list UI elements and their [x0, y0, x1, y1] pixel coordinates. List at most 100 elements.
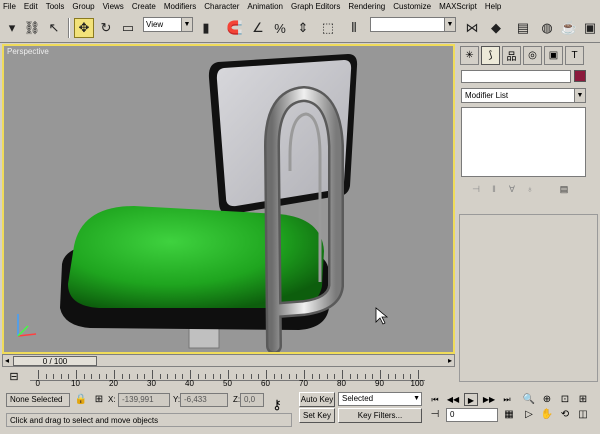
key-mode-select[interactable]: Selected ▼ — [338, 392, 422, 406]
zoom-extents-icon[interactable]: ⊡ — [558, 393, 572, 407]
maximize-toggle-icon[interactable]: ◫ — [576, 408, 590, 422]
curve-editor-icon[interactable]: ▤ — [513, 18, 533, 38]
menu-file[interactable]: File — [3, 2, 16, 11]
spinner-snap-icon[interactable]: ⇕ — [293, 18, 313, 38]
menu-help[interactable]: Help — [485, 2, 501, 11]
chevron-down-icon: ▼ — [181, 18, 192, 31]
field-of-view-icon[interactable]: ▷ — [522, 408, 536, 422]
key-filters-button[interactable]: Key Filters... — [338, 408, 422, 423]
reference-coordinate-select[interactable]: View ▼ — [143, 17, 193, 32]
menu-animation[interactable]: Animation — [247, 2, 283, 11]
ruler-tick-label: 80 — [337, 379, 346, 388]
hierarchy-tab-icon[interactable]: 品 — [502, 46, 521, 65]
select-link-icon[interactable]: ⛓ — [22, 18, 42, 38]
motion-tab-icon[interactable]: ◎ — [523, 46, 542, 65]
material-editor-icon[interactable]: ◍ — [537, 18, 557, 38]
pin-stack-icon[interactable]: ⊣ — [467, 184, 485, 198]
ruler-minor-tick — [190, 370, 191, 379]
snap-toggle-icon[interactable]: 🧲 — [225, 18, 245, 38]
time-config-icon[interactable]: ▦ — [502, 408, 516, 422]
ruler-minor-tick — [326, 374, 328, 379]
separator — [68, 18, 70, 38]
modifier-list-select[interactable]: Modifier List ▼ — [461, 88, 586, 103]
configure-sets-icon[interactable]: ▤ — [555, 184, 573, 198]
render-scene-icon[interactable]: ☕ — [559, 18, 579, 38]
key-mode-value: Selected — [342, 394, 374, 403]
ruler-minor-tick — [311, 374, 313, 379]
modify-tab-icon[interactable]: ⟆ — [481, 46, 500, 65]
x-coordinate-field[interactable]: -139,991 — [118, 393, 170, 407]
menu-group[interactable]: Group — [72, 2, 94, 11]
select-object-icon[interactable]: ↖ — [44, 18, 64, 38]
lock-icon[interactable]: 🔒 — [74, 393, 88, 407]
zoom-all-icon[interactable]: ⊕ — [540, 393, 554, 407]
menu-views[interactable]: Views — [103, 2, 124, 11]
ruler-minor-tick — [395, 374, 397, 379]
ruler-minor-tick — [197, 374, 199, 379]
show-end-result-icon[interactable]: ‖ — [485, 184, 503, 198]
z-coordinate-field[interactable]: 0,0 — [240, 393, 264, 407]
menu-modifiers[interactable]: Modifiers — [164, 2, 196, 11]
undo-dropdown[interactable]: ▾ — [2, 18, 22, 38]
time-slider-prev-icon[interactable]: ◂ — [5, 356, 9, 365]
mirror-icon[interactable]: ⫴ — [344, 18, 364, 38]
select-scale-icon[interactable]: ▭ — [118, 18, 138, 38]
angle-snap-icon[interactable]: ∠ — [248, 18, 268, 38]
modifier-stack[interactable] — [461, 107, 586, 177]
ruler-minor-tick — [342, 370, 343, 379]
mirror-tool-icon[interactable]: ⋈ — [462, 18, 482, 38]
menu-maxscript[interactable]: MAXScript — [439, 2, 477, 11]
make-unique-icon[interactable]: ∀ — [503, 184, 521, 198]
object-color-swatch[interactable] — [574, 70, 586, 82]
select-move-icon[interactable]: ✥ — [74, 18, 94, 38]
auto-key-button[interactable]: Auto Key — [299, 392, 335, 407]
ruler-minor-tick — [349, 374, 351, 379]
menu-graph-editors[interactable]: Graph Editors — [291, 2, 340, 11]
align-icon[interactable]: ◆ — [486, 18, 506, 38]
menu-tools[interactable]: Tools — [46, 2, 65, 11]
track-bar[interactable]: 0 10 20 30 40 50 60 70 80 90 100 — [30, 369, 425, 389]
go-to-end-icon[interactable]: ⏭ — [500, 393, 514, 406]
object-name-field[interactable] — [461, 70, 571, 83]
menu-create[interactable]: Create — [132, 2, 156, 11]
command-panel-tabs: ✳ ⟆ 品 ◎ ▣ T — [460, 46, 586, 66]
quick-render-icon[interactable]: ▣ — [580, 18, 600, 38]
ruler-minor-tick — [243, 374, 245, 379]
zoom-extents-all-icon[interactable]: ⊞ — [576, 393, 590, 407]
select-rotate-icon[interactable]: ↻ — [96, 18, 116, 38]
named-selection-icon[interactable]: ⬚ — [318, 18, 338, 38]
key-icon[interactable]: ⚷ — [270, 398, 284, 412]
menu-rendering[interactable]: Rendering — [348, 2, 385, 11]
play-icon[interactable]: ▶ — [464, 393, 478, 406]
y-coordinate-field[interactable]: -6,433 — [180, 393, 228, 407]
time-slider-thumb[interactable]: 0 / 100 — [13, 356, 97, 366]
set-key-button[interactable]: Set Key — [299, 408, 335, 423]
ruler-minor-tick — [205, 374, 207, 379]
named-selection-set[interactable]: ▼ — [370, 17, 456, 32]
seat-cushion — [68, 206, 324, 308]
curve-editor-mini-icon[interactable]: ⊟ — [4, 370, 24, 386]
menu-customize[interactable]: Customize — [393, 2, 431, 11]
display-tab-icon[interactable]: ▣ — [544, 46, 563, 65]
percent-snap-icon[interactable]: % — [270, 18, 290, 38]
create-tab-icon[interactable]: ✳ — [460, 46, 479, 65]
go-to-start-icon[interactable]: ⏮ — [428, 393, 442, 406]
next-frame-icon[interactable]: ▶▶ — [482, 393, 496, 406]
utilities-tab-icon[interactable]: T — [565, 46, 584, 65]
ruler-minor-tick — [235, 374, 237, 379]
time-slider-next-icon[interactable]: ▸ — [448, 356, 452, 365]
menu-character[interactable]: Character — [204, 2, 239, 11]
pan-icon[interactable]: ✋ — [540, 408, 554, 422]
menu-edit[interactable]: Edit — [24, 2, 38, 11]
zoom-icon[interactable]: 🔍 — [522, 393, 536, 407]
current-frame-field[interactable]: 0 — [446, 408, 498, 422]
ruler-minor-tick — [319, 374, 321, 379]
remove-modifier-icon[interactable]: ♁ — [521, 184, 539, 198]
perspective-viewport[interactable]: Perspective — [2, 44, 455, 354]
key-mode-toggle-icon[interactable]: ⊣ — [428, 408, 442, 422]
time-slider[interactable]: ◂ 0 / 100 ▸ — [2, 354, 455, 367]
pivot-center-icon[interactable]: ▮ — [196, 18, 216, 38]
previous-frame-icon[interactable]: ◀◀ — [446, 393, 460, 406]
absolute-mode-icon[interactable]: ⊞ — [92, 393, 106, 407]
arc-rotate-icon[interactable]: ⟲ — [558, 408, 572, 422]
